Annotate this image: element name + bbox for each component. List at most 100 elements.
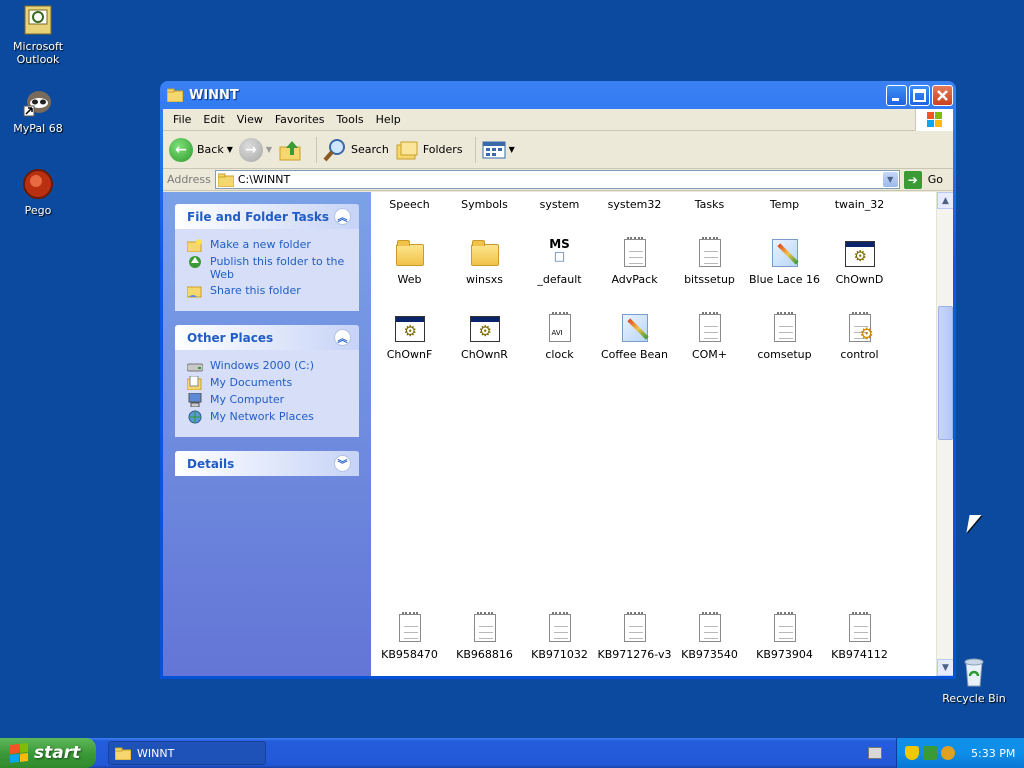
file-item[interactable]: winsxs [447, 237, 522, 286]
details-panel: Details ︾ [175, 451, 359, 476]
file-item[interactable]: ⚙ control [822, 312, 897, 361]
file-label: Temp [769, 198, 800, 211]
file-item[interactable]: Symbols [447, 198, 522, 211]
search-label: Search [351, 143, 389, 156]
chevron-down-icon[interactable]: ▼ [266, 145, 272, 154]
maximize-icon [913, 88, 926, 102]
file-item[interactable]: Web [372, 237, 447, 286]
file-item[interactable]: ChOwnR [447, 312, 522, 361]
file-item[interactable]: KB971032 [522, 612, 597, 661]
menu-favorites[interactable]: Favorites [269, 113, 331, 126]
file-item[interactable]: system [522, 198, 597, 211]
paint-image-icon [619, 312, 651, 344]
menu-help[interactable]: Help [370, 113, 407, 126]
file-item[interactable]: ChOwnD [822, 237, 897, 286]
file-item[interactable]: AVI clock [522, 312, 597, 361]
views-button[interactable]: ▼ [482, 140, 515, 160]
address-field[interactable]: C:\WINNT ▼ [214, 170, 900, 189]
file-label: Symbols [461, 198, 508, 211]
windows-2000-drive-link[interactable]: Windows 2000 (C:) [187, 359, 351, 373]
publish-web-icon [189, 256, 201, 268]
file-label: Web [397, 273, 422, 286]
file-item[interactable]: COM+ [672, 312, 747, 361]
menu-tools[interactable]: Tools [331, 113, 370, 126]
my-documents-link[interactable]: My Documents [187, 376, 351, 390]
my-computer-link[interactable]: My Computer [187, 393, 351, 407]
menu-file[interactable]: File [167, 113, 197, 126]
expand-icon[interactable]: ︾ [334, 455, 351, 472]
file-item[interactable]: Tasks [672, 198, 747, 211]
link-label: My Computer [210, 393, 285, 406]
scroll-down-icon[interactable]: ▼ [937, 659, 953, 676]
go-button[interactable]: ➔ Go [903, 170, 943, 189]
file-folder-tasks-panel: File and Folder Tasks ︽ Make a new folde… [175, 204, 359, 311]
file-item[interactable]: Speech [372, 198, 447, 211]
vertical-scrollbar[interactable]: ▲ ▼ [936, 192, 953, 676]
start-button[interactable]: start [0, 738, 96, 768]
desktop-icon-outlook[interactable]: Microsoft Outlook [0, 4, 76, 66]
file-list: Speech Symbols system system32 Tasks Tem… [371, 192, 953, 676]
folders-icon [396, 141, 418, 159]
taskbar-item-winnt[interactable]: WINNT [108, 741, 266, 765]
my-network-places-link[interactable]: My Network Places [187, 410, 351, 424]
recycle-bin-icon [958, 656, 990, 688]
folders-button[interactable]: Folders [395, 139, 463, 161]
file-item[interactable]: KB973540 [672, 612, 747, 661]
menu-view[interactable]: View [231, 113, 269, 126]
file-item[interactable]: MS □ _default [522, 237, 597, 286]
keyboard-icon[interactable] [868, 747, 882, 759]
security-shield-icon[interactable] [905, 746, 919, 760]
menu-edit[interactable]: Edit [197, 113, 230, 126]
file-item[interactable]: bitssetup [672, 237, 747, 286]
maximize-button[interactable] [909, 84, 930, 106]
collapse-icon[interactable]: ︽ [334, 208, 351, 225]
search-button[interactable]: Search [323, 138, 389, 162]
title-bar[interactable]: WINNT [163, 81, 953, 109]
search-tray-icon[interactable] [941, 746, 955, 760]
close-button[interactable] [932, 84, 953, 106]
panel-header[interactable]: File and Folder Tasks ︽ [175, 204, 359, 229]
chevron-down-icon[interactable]: ▼ [227, 145, 233, 154]
file-item[interactable]: Blue Lace 16 [747, 237, 822, 286]
network-icon[interactable] [923, 746, 937, 760]
file-item[interactable]: KB968816 [447, 612, 522, 661]
up-button[interactable] [278, 138, 304, 162]
file-item[interactable]: system32 [597, 198, 672, 211]
publish-folder-link[interactable]: Publish this folder to the Web [187, 255, 351, 281]
scrollbar-thumb[interactable] [938, 306, 953, 440]
file-item[interactable]: comsetup [747, 312, 822, 361]
file-label: clock [545, 348, 574, 361]
desktop-icon-mypal[interactable]: MyPal 68 [0, 86, 76, 135]
file-label: Coffee Bean [600, 348, 669, 361]
collapse-icon[interactable]: ︽ [334, 329, 351, 346]
file-item[interactable]: Temp [747, 198, 822, 211]
file-item[interactable]: KB958470 [372, 612, 447, 661]
minimize-button[interactable] [886, 84, 907, 106]
panel-header[interactable]: Other Places ︽ [175, 325, 359, 350]
file-item[interactable]: ChOwnF [372, 312, 447, 361]
address-dropdown-button[interactable]: ▼ [882, 172, 898, 187]
file-item[interactable]: KB971276-v3 [597, 612, 672, 661]
back-button[interactable]: ← Back ▼ [169, 137, 233, 162]
scroll-up-icon[interactable]: ▲ [937, 192, 953, 209]
file-label: Speech [389, 198, 430, 211]
make-new-folder-link[interactable]: Make a new folder [187, 238, 351, 252]
forward-button[interactable]: → ▼ [238, 137, 272, 162]
panel-title: File and Folder Tasks [187, 209, 330, 224]
desktop-icon-label: Pego [24, 204, 52, 217]
file-item[interactable]: AdvPack [597, 237, 672, 286]
paint-image-icon [769, 237, 801, 269]
file-item[interactable]: KB973904 [747, 612, 822, 661]
file-item[interactable]: Coffee Bean [597, 312, 672, 361]
file-item[interactable]: KB974112 [822, 612, 897, 661]
file-label: comsetup [757, 348, 812, 361]
menu-bar: File Edit View Favorites Tools Help [163, 109, 953, 131]
window-title: WINNT [189, 87, 239, 103]
chevron-down-icon[interactable]: ▼ [509, 145, 515, 154]
forward-arrow-icon: → [238, 137, 263, 162]
clock[interactable]: 5:33 PM [971, 747, 1015, 760]
share-folder-link[interactable]: Share this folder [187, 284, 351, 298]
file-item[interactable]: twain_32 [822, 198, 897, 211]
panel-header[interactable]: Details ︾ [175, 451, 359, 476]
desktop-icon-pego[interactable]: Pego [0, 168, 76, 217]
